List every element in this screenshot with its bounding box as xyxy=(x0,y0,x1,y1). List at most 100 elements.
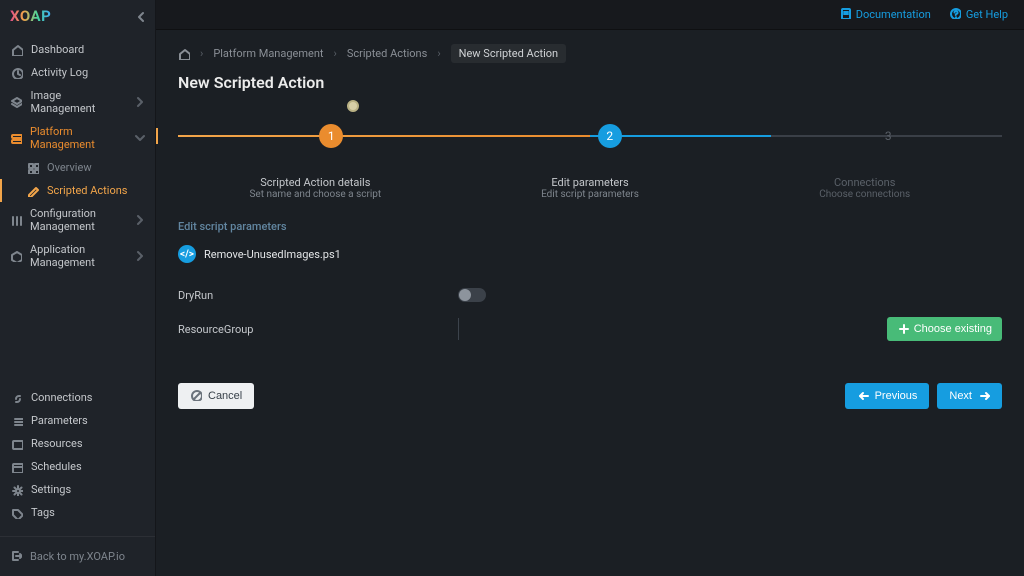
home-icon xyxy=(10,44,23,56)
app-logo[interactable]: XOAP xyxy=(10,7,51,25)
page-title: New Scripted Action xyxy=(178,73,1002,92)
script-file-name: Remove-UnusedImages.ps1 xyxy=(204,248,341,261)
sidebar-item-label: Platform Management xyxy=(30,125,125,151)
wizard-step-2-labels: Edit parameters Edit script parameters xyxy=(453,176,728,200)
sidebar-item-application-management[interactable]: Application Management xyxy=(0,238,155,274)
sidebar-item-parameters[interactable]: Parameters xyxy=(0,409,155,432)
cancel-button[interactable]: Cancel xyxy=(178,383,254,409)
sidebar-subitem-overview[interactable]: Overview xyxy=(0,156,155,179)
gear-icon xyxy=(10,484,23,496)
step-title: Scripted Action details xyxy=(178,176,453,189)
wizard-footer: Cancel Previous Next xyxy=(178,383,1002,409)
get-help-label: Get Help xyxy=(966,8,1008,21)
exit-icon xyxy=(10,549,22,564)
breadcrumb-platform-management[interactable]: Platform Management xyxy=(213,47,323,60)
breadcrumb: › Platform Management › Scripted Actions… xyxy=(178,44,1002,63)
step-title: Edit parameters xyxy=(453,176,728,189)
sidebar-item-label: Dashboard xyxy=(31,43,84,56)
sidebar-item-label: Tags xyxy=(31,506,55,519)
param-resourcegroup-row: ResourceGroup Choose existing xyxy=(178,315,1002,343)
sidebar-item-connections[interactable]: Connections xyxy=(0,386,155,409)
previous-button[interactable]: Previous xyxy=(845,383,930,409)
pencil-icon xyxy=(26,185,39,197)
sidebar-subitem-scripted-actions[interactable]: Scripted Actions xyxy=(0,179,155,202)
next-button[interactable]: Next xyxy=(937,383,1002,409)
sidebar-item-configuration-management[interactable]: Configuration Management xyxy=(0,202,155,238)
sidebar-item-label: Parameters xyxy=(31,414,88,427)
chevron-left-icon xyxy=(135,10,147,22)
sidebar-item-label: Settings xyxy=(31,483,71,496)
breadcrumb-separator: › xyxy=(334,47,337,60)
step-number: 2 xyxy=(598,124,622,148)
wizard-step-1[interactable]: 1 xyxy=(319,118,343,148)
next-label: Next xyxy=(949,390,972,402)
section-heading: Edit script parameters xyxy=(178,220,1002,233)
chevron-right-icon xyxy=(133,213,145,228)
secondary-nav: Connections Parameters Resources Schedul… xyxy=(0,386,155,530)
doc-icon xyxy=(839,7,851,22)
breadcrumb-separator: › xyxy=(200,47,203,60)
primary-nav: Dashboard Activity Log Image Management … xyxy=(0,38,155,274)
sidebar-item-platform-management[interactable]: Platform Management xyxy=(0,120,155,156)
arrow-right-icon xyxy=(978,389,990,404)
layers-icon xyxy=(10,96,23,108)
get-help-link[interactable]: Get Help xyxy=(949,7,1008,22)
sidebar-item-label: Connections xyxy=(31,391,92,404)
selected-script-row: </> Remove-UnusedImages.ps1 xyxy=(178,245,1002,263)
sliders-icon xyxy=(10,214,22,226)
sidebar-item-label: Application Management xyxy=(30,243,125,269)
documentation-link[interactable]: Documentation xyxy=(839,7,931,22)
sidebar-item-label: Image Management xyxy=(31,89,125,115)
resourcegroup-input[interactable] xyxy=(458,318,879,340)
sidebar-item-image-management[interactable]: Image Management xyxy=(0,84,155,120)
sidebar-item-label: Resources xyxy=(31,437,83,450)
sidebar-collapse-button[interactable] xyxy=(135,10,147,22)
clock-icon xyxy=(10,67,23,79)
previous-label: Previous xyxy=(875,390,918,402)
sidebar-item-activity-log[interactable]: Activity Log xyxy=(0,61,155,84)
tag-icon xyxy=(10,507,23,519)
chevron-down-icon xyxy=(133,131,145,146)
wizard-step-1-labels: Scripted Action details Set name and cho… xyxy=(178,176,453,200)
ban-icon xyxy=(190,389,202,404)
choose-existing-label: Choose existing xyxy=(914,323,992,335)
cancel-label: Cancel xyxy=(208,390,242,402)
dryrun-toggle[interactable] xyxy=(458,288,486,302)
back-link-label: Back to my.XOAP.io xyxy=(30,550,125,563)
wizard-step-labels: Scripted Action details Set name and cho… xyxy=(178,176,1002,200)
sidebar-item-label: Configuration Management xyxy=(30,207,125,233)
param-dryrun-row: DryRun xyxy=(178,281,1002,309)
sidebar-item-resources[interactable]: Resources xyxy=(0,432,155,455)
decorative-bubble xyxy=(347,100,359,112)
sidebar-item-settings[interactable]: Settings xyxy=(0,478,155,501)
sidebar-item-label: Schedules xyxy=(31,460,82,473)
grid-icon xyxy=(26,162,39,174)
wizard-step-2[interactable]: 2 xyxy=(598,118,622,148)
step-number: 1 xyxy=(319,124,343,148)
breadcrumb-current: New Scripted Action xyxy=(451,44,566,63)
sidebar-item-schedules[interactable]: Schedules xyxy=(0,455,155,478)
arrow-left-icon xyxy=(857,389,869,404)
back-to-portal-link[interactable]: Back to my.XOAP.io xyxy=(0,536,155,576)
sidebar-item-tags[interactable]: Tags xyxy=(0,501,155,524)
breadcrumb-home[interactable] xyxy=(178,48,190,60)
sidebar-item-dashboard[interactable]: Dashboard xyxy=(0,38,155,61)
main-content: › Platform Management › Scripted Actions… xyxy=(156,30,1024,576)
step-subtitle: Edit script parameters xyxy=(453,189,728,200)
choose-existing-button[interactable]: Choose existing xyxy=(887,317,1002,341)
chevron-right-icon xyxy=(133,249,145,264)
sidebar: XOAP Dashboard Activity Log Image Manage… xyxy=(0,0,156,576)
step-subtitle: Choose connections xyxy=(727,189,1002,200)
chevron-right-icon xyxy=(133,95,145,110)
sidebar-item-label: Scripted Actions xyxy=(47,184,127,197)
wizard-step-3[interactable]: 3 xyxy=(876,118,900,148)
param-dryrun-label: DryRun xyxy=(178,289,458,302)
help-icon xyxy=(949,7,961,22)
plus-icon xyxy=(897,322,909,337)
breadcrumb-scripted-actions[interactable]: Scripted Actions xyxy=(347,47,427,60)
topbar: Documentation Get Help xyxy=(156,0,1024,30)
logo-row: XOAP xyxy=(0,0,155,30)
step-number: 3 xyxy=(876,124,900,148)
stepper-active-marker xyxy=(156,128,158,144)
sidebar-item-label: Overview xyxy=(47,161,92,174)
